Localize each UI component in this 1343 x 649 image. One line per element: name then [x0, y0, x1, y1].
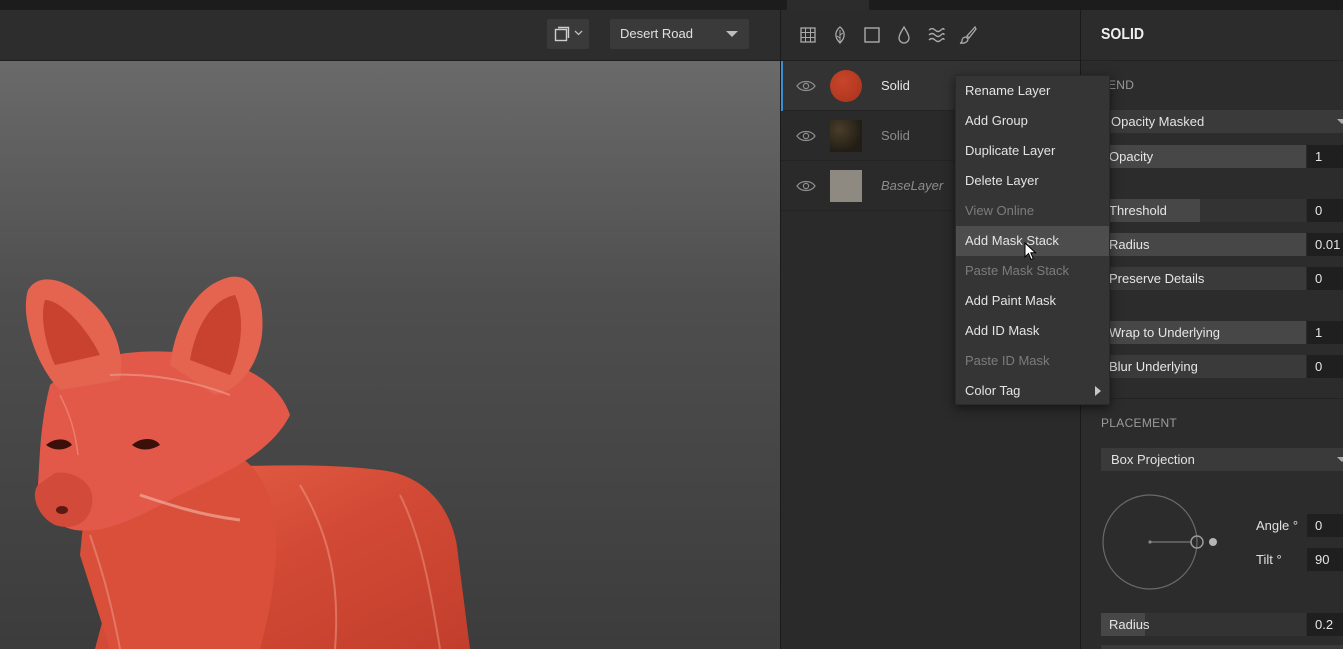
layer-name: Solid: [881, 128, 910, 143]
angle-tilt-dial[interactable]: [1101, 492, 1221, 592]
layer-thumbnail: [830, 70, 862, 102]
menu-item-add-group[interactable]: Add Group: [956, 106, 1109, 136]
field-value: 0.2: [1315, 617, 1334, 632]
field-value: 0: [1315, 203, 1323, 218]
layer-thumbnail: [830, 170, 862, 202]
slider-label: Preserve Details: [1109, 271, 1205, 286]
projection-dropdown[interactable]: Box Projection: [1101, 448, 1343, 471]
field-value: 0: [1315, 518, 1323, 533]
waves-icon[interactable]: [926, 25, 946, 45]
blur-underlying-value-field[interactable]: 0: [1307, 355, 1343, 378]
tilt-label: Tilt °: [1256, 552, 1282, 567]
menu-item-duplicate-layer[interactable]: Duplicate Layer: [956, 136, 1109, 166]
radius-slider[interactable]: Radius: [1101, 233, 1306, 256]
field-value: 1: [1315, 149, 1323, 164]
brush-icon[interactable]: [958, 25, 978, 45]
menu-item-view-online: View Online: [965, 203, 1035, 218]
field-value: 0.01: [1315, 237, 1341, 252]
blend-mode-value: Opacity Masked: [1111, 114, 1205, 129]
environment-label: Desert Road: [620, 26, 693, 41]
menu-item-rename-layer[interactable]: Rename Layer: [956, 76, 1109, 106]
section-divider: [1081, 398, 1343, 399]
blur-underlying-slider[interactable]: Blur Underlying: [1101, 355, 1306, 378]
grid-icon[interactable]: [798, 25, 818, 45]
slider-label: Threshold: [1109, 203, 1167, 218]
single-viewport-icon: [554, 26, 570, 42]
fox-model: [25, 276, 470, 649]
placement-radius-slider[interactable]: Radius: [1101, 613, 1306, 636]
angle-label: Angle °: [1256, 518, 1299, 533]
layer-name: Solid: [881, 78, 910, 93]
blend-mode-dropdown[interactable]: Opacity Masked: [1101, 110, 1343, 133]
chevron-down-icon: [574, 30, 583, 36]
slider-label: Radius: [1109, 237, 1150, 252]
slider-label: Wrap to Underlying: [1109, 325, 1221, 340]
properties-panel: SOLID LEND Opacity Masked Opacity 1 Thre…: [1080, 0, 1343, 649]
tab-layers[interactable]: [787, 0, 869, 10]
layer-thumbnail: [830, 120, 862, 152]
menu-item-color-tag[interactable]: Color Tag: [956, 376, 1109, 406]
eye-icon[interactable]: [796, 179, 816, 193]
mouse-cursor-icon: [1024, 242, 1037, 261]
angle-value-field[interactable]: 0: [1307, 514, 1343, 537]
menu-item-add-id-mask[interactable]: Add ID Mask: [956, 316, 1109, 346]
preserve-details-slider[interactable]: Preserve Details: [1101, 267, 1306, 290]
opacity-value-field[interactable]: 1: [1307, 145, 1343, 168]
properties-header: SOLID: [1081, 10, 1343, 61]
caret-down-icon: [726, 31, 738, 37]
viewport-toolbar: Desert Road: [0, 10, 780, 61]
next-slider-partial: [1101, 645, 1343, 649]
threshold-value-field[interactable]: 0: [1307, 199, 1343, 222]
wrap-to-underlying-value-field[interactable]: 1: [1307, 321, 1343, 344]
layer-name: BaseLayer: [881, 178, 944, 193]
preserve-details-value-field[interactable]: 0: [1307, 267, 1343, 290]
placement-section-title: PLACEMENT: [1101, 416, 1178, 430]
placement-radius-value-field[interactable]: 0.2: [1307, 613, 1343, 636]
square-icon[interactable]: [862, 25, 882, 45]
caret-down-icon: [1337, 457, 1343, 462]
layers-tab-strip: [781, 0, 1081, 10]
field-value: 0: [1315, 359, 1323, 374]
menu-item-add-paint-mask[interactable]: Add Paint Mask: [956, 286, 1109, 316]
viewport-top-strip: [0, 0, 780, 10]
layer-context-menu: Rename Layer Add Group Duplicate Layer D…: [955, 75, 1110, 405]
3d-viewport[interactable]: Desert Road: [0, 0, 780, 649]
view-mode-button[interactable]: [547, 19, 589, 49]
menu-item-delete-layer[interactable]: Delete Layer: [956, 166, 1109, 196]
environment-dropdown[interactable]: Desert Road: [610, 19, 749, 49]
wrap-to-underlying-slider[interactable]: Wrap to Underlying: [1101, 321, 1306, 344]
slider-label: Opacity: [1109, 149, 1154, 164]
menu-item-label: Color Tag: [965, 383, 1021, 398]
slider-label: Radius: [1109, 617, 1150, 632]
properties-title: SOLID: [1101, 26, 1145, 43]
layers-toolbar: [781, 10, 1081, 61]
threshold-slider[interactable]: Threshold: [1101, 199, 1306, 222]
slider-label: Blur Underlying: [1109, 359, 1198, 374]
opacity-slider[interactable]: Opacity: [1101, 145, 1306, 168]
droplet-icon[interactable]: [894, 25, 914, 45]
properties-tab-strip: [1081, 0, 1343, 10]
tilt-value-field[interactable]: 90: [1307, 548, 1343, 571]
radius-value-field[interactable]: 0.01: [1307, 233, 1343, 256]
menu-item-paste-id-mask: Paste ID Mask: [965, 353, 1050, 368]
selection-indicator: [781, 61, 783, 111]
projection-value: Box Projection: [1111, 452, 1195, 467]
submenu-arrow-icon: [1095, 386, 1101, 396]
eye-icon[interactable]: [796, 79, 816, 93]
field-value: 0: [1315, 271, 1323, 286]
field-value: 90: [1315, 552, 1330, 567]
leaf-icon[interactable]: [830, 25, 850, 45]
field-value: 1: [1315, 325, 1323, 340]
caret-down-icon: [1337, 119, 1343, 124]
eye-icon[interactable]: [796, 129, 816, 143]
